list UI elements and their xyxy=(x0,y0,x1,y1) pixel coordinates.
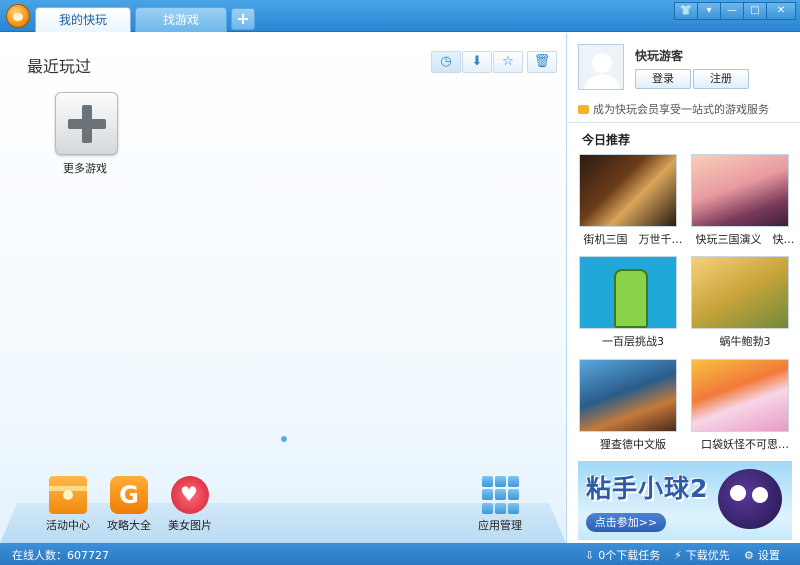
maximize-icon[interactable]: □ xyxy=(743,2,767,20)
minimize-icon[interactable]: — xyxy=(720,2,744,20)
online-count: 在线人数：607727 xyxy=(12,549,109,562)
sidebar: 快玩游客 登录 注册 成为快玩会员享受一站式的游戏服务 今日推荐 街机三国 万世… xyxy=(568,33,800,543)
dock-item-guides[interactable]: G 攻略大全 xyxy=(97,476,161,533)
avatar[interactable] xyxy=(578,44,624,90)
promo-banner[interactable]: 粘手小球2 点击参加>> xyxy=(578,461,792,540)
member-promo-link[interactable]: 成为快玩会员享受一站式的游戏服务 xyxy=(578,101,769,117)
apps-icon xyxy=(481,476,519,514)
game-thumbnail xyxy=(579,359,677,432)
monster-mascot-icon xyxy=(718,469,782,529)
banner-join-button[interactable]: 点击参加>> xyxy=(586,513,666,532)
close-icon[interactable]: ✕ xyxy=(766,2,796,20)
dock-item-pictures[interactable]: ♥ 美女图片 xyxy=(158,476,222,533)
skin-icon[interactable]: 👕 xyxy=(674,2,698,20)
dock-label: 攻略大全 xyxy=(107,519,151,532)
game-card[interactable]: 口袋妖怪不可思… xyxy=(691,359,799,452)
title-bar: 我的快玩 找游戏 + 👕 ▾ — □ ✕ xyxy=(0,0,800,32)
divider xyxy=(568,122,800,123)
page-indicator-dot[interactable] xyxy=(281,436,287,442)
game-thumbnail xyxy=(691,256,789,329)
more-games-button[interactable] xyxy=(55,92,118,155)
trash-icon[interactable]: 🗑 xyxy=(527,51,557,73)
dock-item-app-manager[interactable]: 应用管理 xyxy=(468,476,532,533)
banner-title: 粘手小球2 xyxy=(586,474,709,503)
dock-item-activity[interactable]: 活动中心 xyxy=(36,476,100,533)
recent-toolbar: ◷ ⬇ ☆ 🗑 xyxy=(431,51,558,73)
game-card[interactable]: 快玩三国演义 快… xyxy=(691,154,799,247)
download-priority[interactable]: ⚡ 下载优先 xyxy=(674,547,730,563)
game-thumbnail xyxy=(579,256,677,329)
game-name: 一百层挑战3 xyxy=(602,335,664,348)
game-name: 快玩三国演义 快… xyxy=(695,233,795,246)
game-name: 蜗牛鲍勃3 xyxy=(719,335,771,348)
dock-label: 活动中心 xyxy=(46,519,90,532)
window-controls: 👕 ▾ — □ ✕ xyxy=(674,2,796,20)
star-icon[interactable]: ☆ xyxy=(493,51,523,73)
clock-icon[interactable]: ◷ xyxy=(431,51,461,73)
tab-my-games[interactable]: 我的快玩 xyxy=(35,7,131,32)
game-card[interactable]: 一百层挑战3 xyxy=(579,256,687,349)
game-card[interactable]: 狸查德中文版 xyxy=(579,359,687,452)
add-tab-button[interactable]: + xyxy=(231,8,255,30)
dock-label: 应用管理 xyxy=(478,519,522,532)
gear-icon: ⚙ xyxy=(744,548,754,562)
recommend-title: 今日推荐 xyxy=(582,133,631,147)
dock-label: 美女图片 xyxy=(168,519,212,532)
page-title: 最近玩过 xyxy=(27,57,92,76)
game-thumbnail xyxy=(691,359,789,432)
game-name: 口袋妖怪不可思… xyxy=(701,438,789,451)
user-name: 快玩游客 xyxy=(635,49,684,63)
register-button[interactable]: 注册 xyxy=(693,69,749,89)
download-icon[interactable]: ⬇ xyxy=(462,51,492,73)
game-card[interactable]: 街机三国 万世千… xyxy=(579,154,687,247)
menu-icon[interactable]: ▾ xyxy=(697,2,721,20)
settings-button[interactable]: ⚙ 设置 xyxy=(744,547,780,563)
main-panel: 最近玩过 ◷ ⬇ ☆ 🗑 更多游戏 活动中心 G 攻略大全 ♥ 美女图片 应用管… xyxy=(0,33,567,543)
guide-icon: G xyxy=(110,476,148,514)
vip-icon xyxy=(578,105,589,114)
gift-icon xyxy=(49,476,87,514)
lightning-icon: ⚡ xyxy=(674,548,682,562)
tab-find-games[interactable]: 找游戏 xyxy=(135,7,227,32)
more-games-label: 更多游戏 xyxy=(63,162,107,175)
login-button[interactable]: 登录 xyxy=(635,69,691,89)
download-tasks[interactable]: ⇩ 0个下载任务 xyxy=(585,547,660,563)
download-task-icon: ⇩ xyxy=(585,548,595,562)
app-logo-icon xyxy=(6,4,30,28)
game-card[interactable]: 蜗牛鲍勃3 xyxy=(691,256,799,349)
game-name: 狸查德中文版 xyxy=(600,438,666,451)
heart-icon: ♥ xyxy=(171,476,209,514)
game-thumbnail xyxy=(579,154,677,227)
status-bar: 在线人数：607727 ⇩ 0个下载任务 ⚡ 下载优先 ⚙ 设置 xyxy=(0,543,800,565)
game-name: 街机三国 万世千… xyxy=(583,233,683,246)
game-thumbnail xyxy=(691,154,789,227)
